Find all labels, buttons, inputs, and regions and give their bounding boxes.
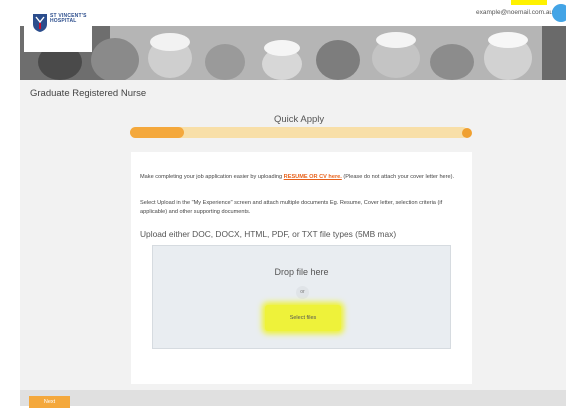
step-title: Quick Apply [274,114,325,125]
resume-link[interactable]: RESUME OR CV here. [284,174,342,180]
user-avatar-icon[interactable] [552,4,566,22]
instructions-text: Select Upload in the "My Experience" scr… [140,200,443,215]
intro-prefix: Make completing your job application eas… [140,174,284,180]
job-title: Graduate Registered Nurse [30,88,147,99]
drop-label: Drop file here [274,267,329,277]
hospital-logo-icon [33,14,47,32]
intro-suffix: (Please do not attach your cover letter … [341,174,455,180]
upload-heading: Upload either DOC, DOCX, HTML, PDF, or T… [140,229,397,239]
highlight-mark [511,0,547,5]
logo-text: ST VINCENT'S HOSPITAL [50,13,87,24]
next-button[interactable]: Next [29,396,70,408]
file-dropzone[interactable]: Drop file here or Select files [152,245,451,349]
or-separator: or [296,286,309,299]
hospital-logo[interactable]: ST VINCENT'S HOSPITAL [24,0,92,52]
progress-end-marker [462,128,472,138]
intro-text: Make completing your job application eas… [140,173,455,182]
user-email[interactable]: example@noemail.com.au [476,9,553,16]
footer-bar [20,390,566,406]
progress-fill [130,127,185,138]
progress-bar [130,127,468,138]
select-files-button[interactable]: Select files [265,305,341,331]
